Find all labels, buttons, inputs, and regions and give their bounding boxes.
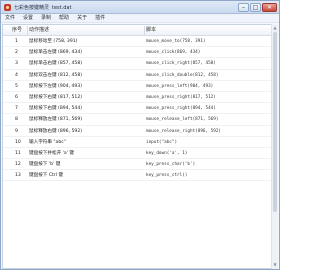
table-row[interactable]: 4 鼠标双击左键 (812, 458) mouse_click_double(8… (3, 70, 271, 81)
row-script: mouse_press_right(817, 512) (146, 94, 216, 100)
column-header-seq[interactable]: 序号 (12, 25, 22, 36)
title-bar[interactable]: 七彩色按键精灵 test.dat – □ ✕ (1, 1, 279, 14)
column-header-script[interactable]: 脚本 (146, 25, 156, 36)
row-seq: 13 (15, 173, 21, 179)
table-row[interactable]: 2 鼠标单击左键 (869, 434) mouse_click(869, 434… (3, 47, 271, 59)
row-script: mouse_press_right(894, 544) (146, 106, 216, 112)
table-row[interactable]: 13 键盘按下 Ctrl 键 key_press_ctrl() (3, 170, 271, 182)
table-body: 1 鼠标移动至 (758, 391) mouse_move_to(758, 39… (3, 36, 271, 182)
row-seq: 2 (15, 50, 18, 56)
row-script: mouse_click_double(812, 458) (146, 72, 219, 78)
table-row[interactable]: 8 鼠标释放左键 (871, 569) mouse_release_left(8… (3, 114, 271, 126)
action-table: 序号 动作描述 脚本 1 鼠标移动至 (758, 391) mouse_move… (2, 24, 272, 269)
window-controls: – □ ✕ (238, 3, 277, 12)
maximize-button[interactable]: □ (250, 3, 261, 12)
table-row[interactable]: 10 输入字符串 "abc" input("abc") (3, 137, 271, 148)
row-description: 输入字符串 "abc" (29, 139, 66, 145)
row-description: 键盘按下 Ctrl 键 (29, 173, 64, 179)
row-script: key_down('a', 1) (146, 150, 188, 156)
scroll-thumb[interactable] (273, 32, 277, 212)
row-description: 鼠标按下左键 (904, 493) (29, 83, 83, 89)
file-name: test.dat (52, 5, 72, 11)
scroll-up-arrow-icon[interactable]: ▲ (272, 25, 278, 31)
scroll-down-arrow-icon[interactable]: ▼ (272, 262, 278, 268)
table-row[interactable]: 11 键盘按下并松开 'a' 键 key_down('a', 1) (3, 148, 271, 160)
menu-record[interactable]: 录制 (37, 14, 55, 22)
minimize-button[interactable]: – (238, 3, 249, 12)
vertical-scrollbar[interactable]: ▲ ▼ (271, 24, 278, 269)
app-window: 七彩色按键精灵 test.dat – □ ✕ 文件 设置 录制 帮助 关于 插件 … (0, 0, 280, 270)
row-description: 鼠标单击左键 (869, 434) (29, 50, 83, 56)
app-logo-icon (4, 4, 11, 11)
menu-bar: 文件 设置 录制 帮助 关于 插件 (1, 14, 279, 23)
row-seq: 8 (15, 117, 18, 123)
row-seq: 10 (15, 139, 21, 145)
menu-help[interactable]: 帮助 (55, 14, 73, 22)
row-description: 键盘按下 'b' 键 (29, 162, 61, 168)
row-seq: 4 (15, 72, 18, 78)
table-row[interactable]: 6 鼠标按下右键 (817, 512) mouse_press_right(81… (3, 92, 271, 104)
table-row[interactable]: 5 鼠标按下左键 (904, 493) mouse_press_left(904… (3, 81, 271, 92)
row-seq: 9 (15, 128, 18, 134)
menu-settings[interactable]: 设置 (19, 14, 37, 22)
row-seq: 5 (15, 83, 18, 89)
row-script: mouse_release_left(871, 569) (146, 117, 219, 123)
menu-about[interactable]: 关于 (73, 14, 91, 22)
row-script: mouse_click_right(857, 458) (146, 61, 216, 67)
row-seq: 11 (15, 150, 21, 156)
row-script: key_press_ctrl() (146, 173, 188, 179)
row-description: 鼠标单击右键 (857, 458) (29, 61, 83, 67)
row-script: key_press_char('b') (146, 162, 196, 168)
menu-file[interactable]: 文件 (1, 14, 19, 22)
row-script: input("abc") (146, 139, 178, 145)
row-description: 鼠标移动至 (758, 391) (29, 39, 78, 44)
window-title: 七彩色按键精灵 test.dat (14, 4, 71, 11)
table-row[interactable]: 3 鼠标单击右键 (857, 458) mouse_click_right(85… (3, 58, 271, 70)
row-seq: 6 (15, 94, 18, 100)
row-script: mouse_click(869, 434) (146, 50, 201, 56)
row-description: 键盘按下并松开 'a' 键 (29, 150, 75, 156)
table-row[interactable]: 7 鼠标按下右键 (894, 544) mouse_press_right(89… (3, 103, 271, 115)
menu-plugins[interactable]: 插件 (91, 14, 109, 22)
column-divider[interactable] (144, 26, 145, 35)
row-seq: 3 (15, 61, 18, 67)
column-divider[interactable] (27, 26, 28, 35)
column-header-desc[interactable]: 动作描述 (29, 25, 49, 36)
row-script: mouse_press_left(904, 493) (146, 83, 214, 89)
row-seq: 1 (15, 39, 18, 44)
row-description: 鼠标释放左键 (871, 569) (29, 117, 83, 123)
row-script: mouse_move_to(758, 391) (146, 39, 206, 44)
close-button[interactable]: ✕ (262, 3, 277, 12)
table-header: 序号 动作描述 脚本 (3, 25, 271, 36)
row-script: mouse_release_right(896, 592) (146, 128, 222, 134)
table-row[interactable]: 9 鼠标释放右键 (896, 592) mouse_release_right(… (3, 126, 271, 137)
row-description: 鼠标按下右键 (894, 544) (29, 106, 83, 112)
row-description: 鼠标释放右键 (896, 592) (29, 128, 83, 134)
row-description: 鼠标双击左键 (812, 458) (29, 72, 83, 78)
row-seq: 12 (15, 162, 21, 168)
app-name: 七彩色按键精灵 (14, 5, 50, 11)
table-row[interactable]: 12 键盘按下 'b' 键 key_press_char('b') (3, 159, 271, 171)
row-seq: 7 (15, 106, 18, 112)
table-row[interactable]: 1 鼠标移动至 (758, 391) mouse_move_to(758, 39… (3, 36, 271, 48)
row-description: 鼠标按下右键 (817, 512) (29, 94, 83, 100)
